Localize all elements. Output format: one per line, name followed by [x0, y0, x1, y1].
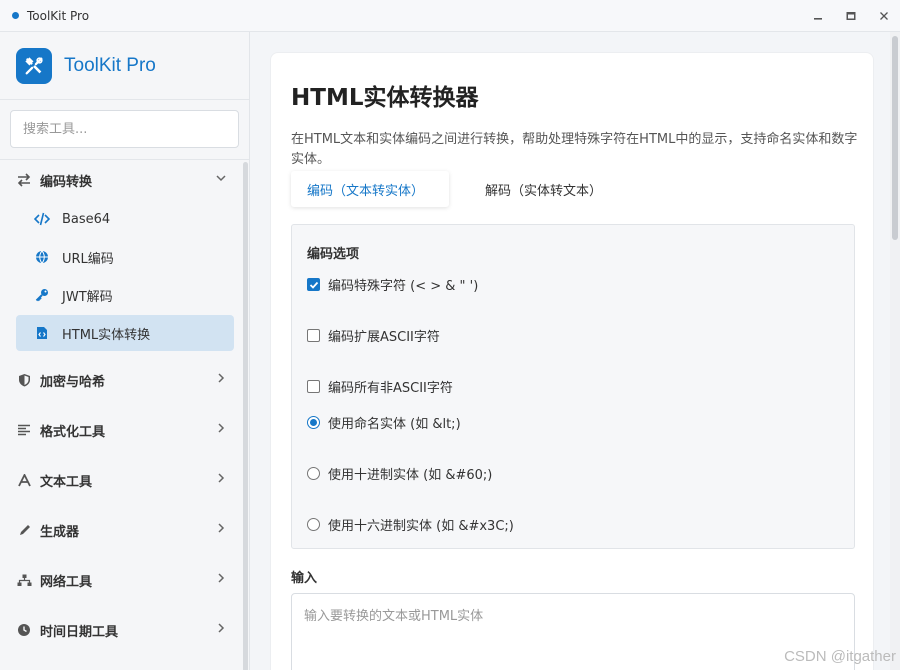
- sidebar-item-html-entity[interactable]: HTML实体转换: [16, 315, 234, 351]
- option-label: 编码特殊字符 (< > & " '): [328, 279, 479, 294]
- main-scrollbar[interactable]: [890, 32, 900, 670]
- logo-row: ToolKit Pro: [0, 32, 249, 100]
- sidebar-nav: 编码转换 Base64 URL编码 JWT解码 HTML实体转换 加密与哈希 格…: [0, 160, 249, 650]
- radio-button[interactable]: [307, 416, 320, 429]
- sidebar-group-crypto[interactable]: 加密与哈希: [0, 360, 249, 400]
- sidebar-group-label: 格式化工具: [40, 424, 106, 440]
- check-icon: [309, 281, 318, 289]
- toolkit-logo-icon: [16, 47, 52, 84]
- sidebar-group-label: 网络工具: [40, 574, 93, 590]
- app-dot-icon: [12, 12, 19, 19]
- sidebar-item-label: HTML实体转换: [62, 327, 151, 343]
- tab-encode[interactable]: 编码（文本转实体）: [291, 171, 449, 207]
- option-named-entity[interactable]: 使用命名实体 (如 &lt;): [307, 413, 461, 432]
- option-hex-entity[interactable]: 使用十六进制实体 (如 &#x3C;): [307, 515, 514, 534]
- maximize-button[interactable]: [834, 0, 867, 32]
- option-encode-non-ascii[interactable]: 编码所有非ASCII字符: [307, 377, 453, 396]
- sidebar-group-datetime[interactable]: 时间日期工具: [0, 610, 249, 650]
- sidebar-search: [0, 100, 249, 160]
- chevron-right-icon: [215, 372, 227, 388]
- option-encode-extended-ascii[interactable]: 编码扩展ASCII字符: [307, 326, 440, 345]
- sidebar-item-base64[interactable]: Base64: [0, 200, 249, 238]
- maximize-icon: [846, 12, 855, 20]
- option-label: 使用十进制实体 (如 &#60;): [328, 468, 493, 483]
- sidebar-item-jwt[interactable]: JWT解码: [0, 276, 249, 314]
- main-scrollbar-thumb[interactable]: [892, 36, 898, 240]
- main-content: HTML实体转换器 在HTML文本和实体编码之间进行转换，帮助处理特殊字符在HT…: [250, 32, 900, 670]
- search-input[interactable]: [10, 110, 239, 148]
- input-label: 输入: [291, 571, 318, 586]
- sidebar-group-label: 编码转换: [40, 174, 93, 190]
- sidebar-group-label: 文本工具: [40, 474, 93, 490]
- close-icon: [879, 12, 888, 20]
- clock-icon: [16, 622, 32, 638]
- sidebar-group-format[interactable]: 格式化工具: [0, 410, 249, 450]
- watermark: CSDN @itgather: [784, 648, 896, 665]
- sidebar-group-label: 加密与哈希: [40, 374, 106, 390]
- chevron-right-icon: [215, 422, 227, 438]
- sidebar-item-label: URL编码: [62, 251, 114, 267]
- input-textarea[interactable]: 输入要转换的文本或HTML实体: [291, 593, 855, 670]
- window-controls: [801, 0, 900, 32]
- sidebar-item-label: JWT解码: [62, 289, 113, 305]
- option-encode-special[interactable]: 编码特殊字符 (< > & " '): [307, 275, 478, 294]
- sidebar-scrollbar[interactable]: [243, 162, 248, 670]
- title-bar: ToolKit Pro: [0, 0, 900, 32]
- sidebar-item-label: Base64: [62, 211, 111, 227]
- window-title: ToolKit Pro: [27, 8, 90, 23]
- chevron-right-icon: [215, 472, 227, 488]
- minimize-icon: [813, 18, 822, 20]
- globe-icon: [34, 249, 50, 265]
- network-icon: [16, 572, 32, 588]
- mode-tabs: 编码（文本转实体） 解码（实体转文本）: [291, 171, 618, 209]
- key-icon: [34, 287, 50, 303]
- radio-button[interactable]: [307, 518, 320, 531]
- align-left-icon: [16, 422, 32, 438]
- page-description: 在HTML文本和实体编码之间进行转换，帮助处理特殊字符在HTML中的显示，支持命…: [291, 132, 858, 167]
- page-title: HTML实体转换器: [291, 85, 479, 111]
- code-icon: [34, 211, 50, 227]
- sidebar-group-label: 时间日期工具: [40, 624, 119, 640]
- chevron-down-icon: [215, 172, 227, 188]
- tool-card: HTML实体转换器 在HTML文本和实体编码之间进行转换，帮助处理特殊字符在HT…: [270, 52, 874, 670]
- minimize-button[interactable]: [801, 0, 834, 32]
- sidebar-item-url[interactable]: URL编码: [0, 238, 249, 276]
- sidebar-group-encoding[interactable]: 编码转换: [0, 160, 249, 200]
- options-title: 编码选项: [307, 247, 360, 262]
- file-code-icon: [34, 325, 50, 341]
- option-label: 编码扩展ASCII字符: [328, 330, 440, 345]
- checkbox[interactable]: [307, 380, 320, 393]
- chevron-right-icon: [215, 572, 227, 588]
- encode-options-panel: 编码选项 编码特殊字符 (< > & " ') 编码扩展ASCII字符 编码所有…: [291, 224, 855, 549]
- checkbox[interactable]: [307, 329, 320, 342]
- input-placeholder: 输入要转换的文本或HTML实体: [304, 609, 484, 624]
- sidebar-group-generator[interactable]: 生成器: [0, 510, 249, 550]
- radio-button[interactable]: [307, 467, 320, 480]
- font-icon: [16, 472, 32, 488]
- option-label: 使用十六进制实体 (如 &#x3C;): [328, 519, 514, 534]
- sidebar-group-text[interactable]: 文本工具: [0, 460, 249, 500]
- tab-decode[interactable]: 解码（实体转文本）: [469, 171, 618, 207]
- option-label: 编码所有非ASCII字符: [328, 381, 453, 396]
- chevron-right-icon: [215, 522, 227, 538]
- sidebar-group-label: 生成器: [40, 524, 80, 540]
- checkbox[interactable]: [307, 278, 320, 291]
- logo-text: ToolKit Pro: [64, 54, 156, 76]
- shield-icon: [16, 372, 32, 388]
- close-button[interactable]: [867, 0, 900, 32]
- sidebar-group-network[interactable]: 网络工具: [0, 560, 249, 600]
- arrows-swap-icon: [16, 172, 32, 188]
- option-label: 使用命名实体 (如 &lt;): [328, 417, 461, 432]
- option-decimal-entity[interactable]: 使用十进制实体 (如 &#60;): [307, 464, 492, 483]
- chevron-right-icon: [215, 622, 227, 638]
- sidebar: ToolKit Pro 编码转换 Base64 URL编码: [0, 32, 250, 670]
- pen-icon: [16, 522, 32, 538]
